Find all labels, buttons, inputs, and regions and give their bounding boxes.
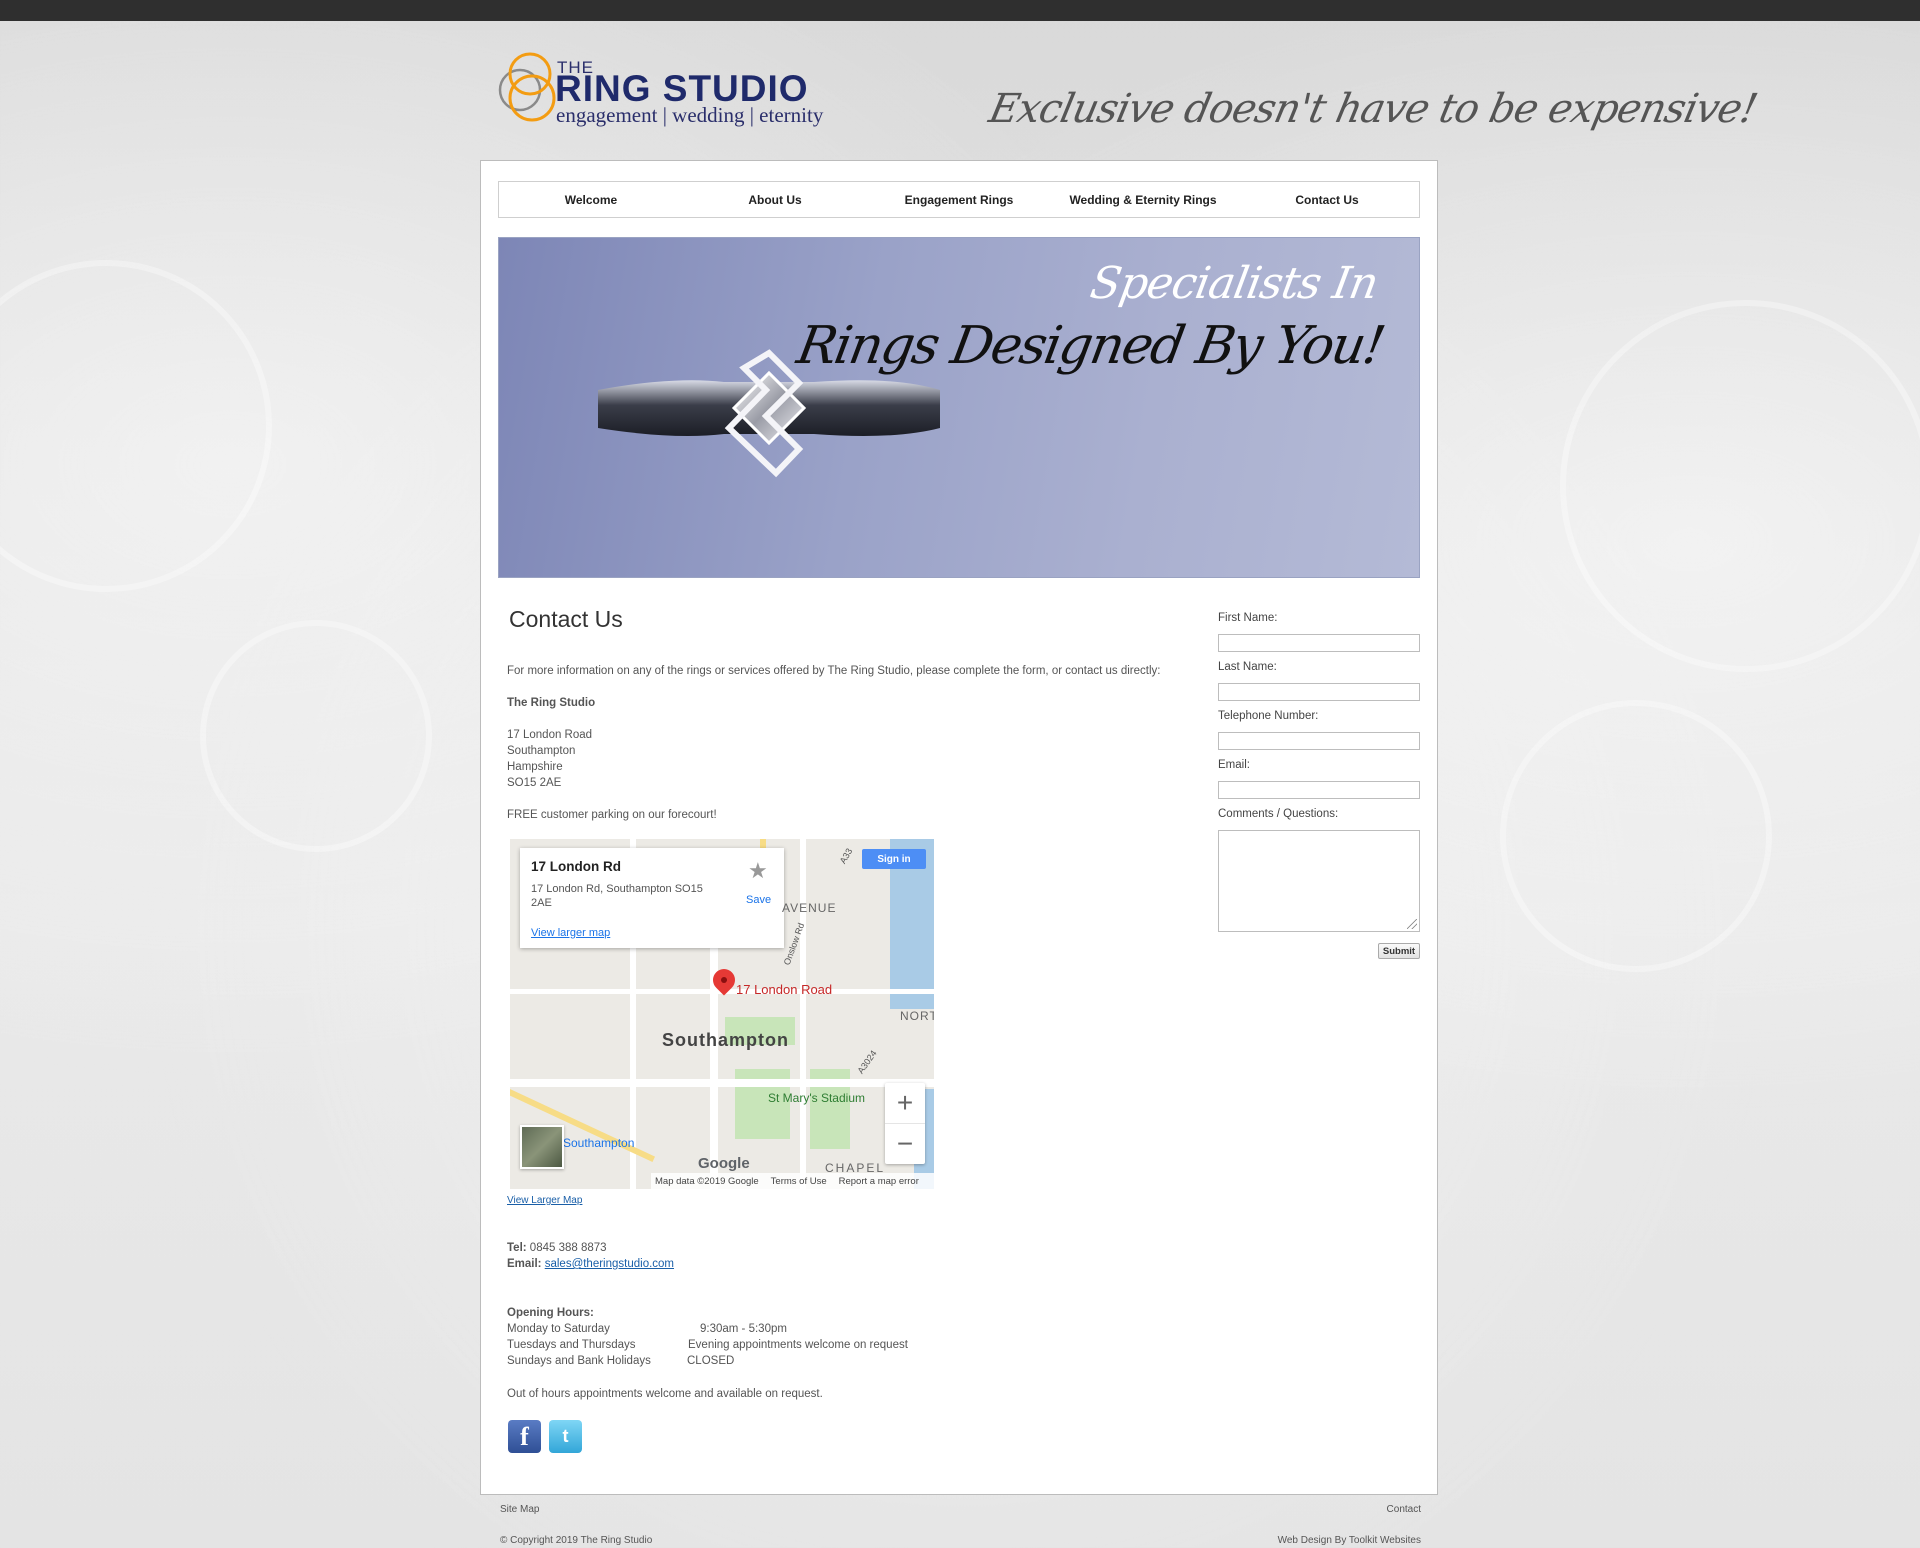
comments-textarea[interactable] bbox=[1218, 830, 1420, 932]
map-city-label: Southampton bbox=[662, 1030, 789, 1050]
main-nav: Welcome About Us Engagement Rings Weddin… bbox=[498, 181, 1420, 218]
banner-heading-line2: Rings Designed By You! bbox=[793, 316, 1389, 376]
map-sign-in-button[interactable]: Sign in bbox=[862, 849, 926, 869]
hours-row-time: 9:30am - 5:30pm bbox=[700, 1323, 787, 1335]
hours-row-day: Monday to Saturday bbox=[507, 1323, 610, 1335]
footer-copyright: © Copyright 2019 The Ring Studio bbox=[500, 1535, 653, 1546]
email-input[interactable] bbox=[1218, 781, 1420, 799]
hero-banner: Specialists In Rings Designed By You! bbox=[498, 237, 1420, 578]
map-save-button[interactable]: Save bbox=[746, 894, 771, 906]
footer-credit: Web Design By Toolkit Websites bbox=[1277, 1535, 1421, 1546]
tagline: Exclusive doesn't have to be expensive! bbox=[985, 86, 1761, 132]
map-footer: Map data ©2019 Google Terms of Use Repor… bbox=[651, 1173, 934, 1189]
first-name-input[interactable] bbox=[1218, 634, 1420, 652]
map-zoom-out-button[interactable]: − bbox=[885, 1124, 925, 1164]
hours-row-time: CLOSED bbox=[687, 1355, 735, 1367]
telephone-label: Telephone Number: bbox=[1218, 710, 1319, 722]
telephone-input[interactable] bbox=[1218, 732, 1420, 750]
footer-site-map-link[interactable]: Site Map bbox=[500, 1504, 539, 1515]
hours-row-day: Sundays and Bank Holidays bbox=[507, 1355, 651, 1367]
banner-heading-line1: Specialists In bbox=[1086, 258, 1382, 309]
map-label-a33: A33 bbox=[837, 846, 855, 866]
email-line: Email: sales@theringstudio.com bbox=[507, 1256, 674, 1272]
hours-row-day: Tuesdays and Thursdays bbox=[507, 1339, 636, 1351]
star-icon[interactable]: ★ bbox=[748, 858, 768, 884]
address-line-2: Southampton bbox=[507, 745, 576, 757]
map-pin-label: 17 London Road bbox=[736, 982, 833, 997]
email-link[interactable]: sales@theringstudio.com bbox=[545, 1258, 674, 1270]
comments-label: Comments / Questions: bbox=[1218, 808, 1339, 820]
top-bar bbox=[0, 0, 1920, 21]
opening-hours-title: Opening Hours: bbox=[507, 1307, 594, 1319]
map-satellite-toggle[interactable] bbox=[520, 1125, 564, 1169]
map-zoom-in-button[interactable]: + bbox=[885, 1083, 925, 1124]
email-label: Email: bbox=[1218, 759, 1250, 771]
map-view-larger-link[interactable]: View larger map bbox=[531, 927, 610, 939]
map-road bbox=[800, 839, 806, 1189]
nav-item-contact-us[interactable]: Contact Us bbox=[1235, 182, 1419, 217]
nav-item-wedding-eternity-rings[interactable]: Wedding & Eternity Rings bbox=[1051, 182, 1235, 217]
hours-row-time: Evening appointments welcome on request bbox=[688, 1339, 908, 1351]
view-larger-map-link[interactable]: View Larger Map bbox=[507, 1193, 582, 1209]
address-line-3: Hampshire bbox=[507, 761, 563, 773]
nav-item-welcome[interactable]: Welcome bbox=[499, 182, 683, 217]
background-swirl bbox=[0, 260, 272, 592]
background-swirl bbox=[1560, 300, 1920, 672]
submit-button[interactable]: Submit bbox=[1378, 943, 1420, 959]
out-of-hours-note: Out of hours appointments welcome and av… bbox=[507, 1388, 823, 1400]
nav-item-about-us[interactable]: About Us bbox=[683, 182, 867, 217]
tel-number: 0845 388 8873 bbox=[529, 1242, 607, 1254]
map-card-address: 17 London Rd, Southampton SO15 2AE bbox=[531, 883, 703, 909]
nav-item-engagement-rings[interactable]: Engagement Rings bbox=[867, 182, 1051, 217]
map-card-title: 17 London Rd bbox=[531, 859, 621, 874]
map-label-station: Southampton bbox=[563, 1136, 635, 1150]
map-label-stadium: St Mary's Stadium bbox=[768, 1091, 865, 1105]
logo-text-sub: engagement | wedding | eternity bbox=[556, 103, 824, 127]
map-label-avenue: AVENUE bbox=[782, 901, 837, 915]
address-line-1: 17 London Road bbox=[507, 729, 593, 741]
email-label: Email: bbox=[507, 1258, 542, 1270]
intro-text: For more information on any of the rings… bbox=[507, 665, 1161, 677]
last-name-label: Last Name: bbox=[1218, 661, 1277, 673]
parking-note: FREE customer parking on our forecourt! bbox=[507, 809, 717, 821]
map-road bbox=[510, 1079, 934, 1087]
map-zoom-controls: + − bbox=[885, 1083, 925, 1164]
map-report-link[interactable]: Report a map error bbox=[839, 1176, 919, 1187]
map-label-a3024: A3024 bbox=[855, 1048, 879, 1076]
twitter-icon[interactable]: t bbox=[549, 1420, 582, 1453]
footer-contact-link[interactable]: Contact bbox=[1387, 1504, 1421, 1515]
tel-label: Tel: bbox=[507, 1242, 527, 1254]
facebook-icon[interactable]: f bbox=[508, 1420, 541, 1453]
telephone-line: Tel: 0845 388 8873 bbox=[507, 1240, 607, 1256]
company-name: The Ring Studio bbox=[507, 697, 596, 709]
google-map[interactable]: 17 London Rd 17 London Rd, Southampton S… bbox=[510, 839, 934, 1189]
background-swirl bbox=[1500, 700, 1772, 972]
map-terms-link[interactable]: Terms of Use bbox=[771, 1176, 827, 1187]
first-name-label: First Name: bbox=[1218, 612, 1278, 624]
map-label-north: NORT bbox=[900, 1009, 934, 1023]
google-logo: Google bbox=[698, 1155, 750, 1172]
background-swirl bbox=[200, 620, 432, 852]
map-info-card: 17 London Rd 17 London Rd, Southampton S… bbox=[520, 848, 784, 948]
map-pin-dot bbox=[721, 977, 727, 983]
page-title: Contact Us bbox=[509, 606, 623, 632]
last-name-input[interactable] bbox=[1218, 683, 1420, 701]
map-data-credit: Map data ©2019 Google bbox=[655, 1175, 759, 1187]
address-line-4: SO15 2AE bbox=[507, 777, 562, 789]
